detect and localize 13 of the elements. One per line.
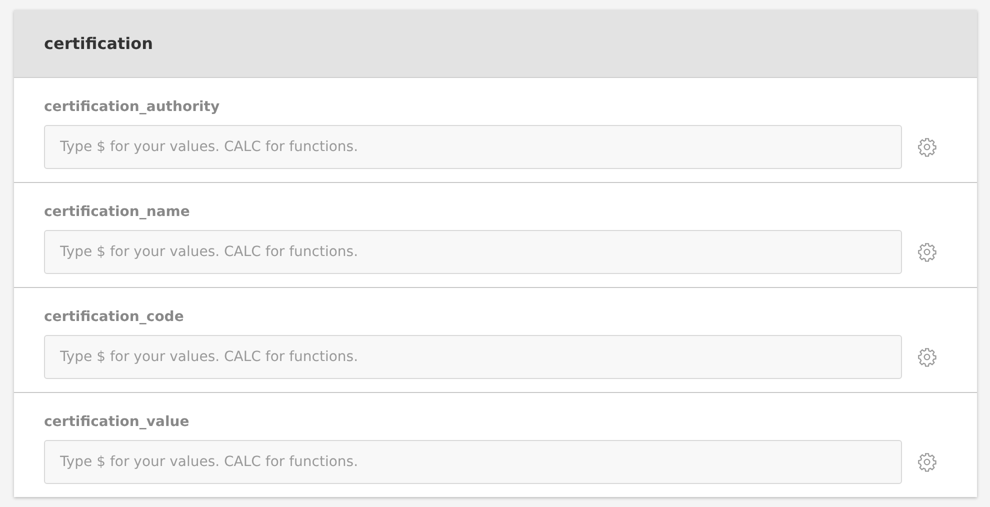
input-field[interactable]: Type $ for your values. CALC for functions. — [44, 335, 902, 379]
field-label: certification_code — [44, 308, 184, 327]
field-label: certification_value — [44, 413, 190, 432]
settings-icon[interactable] — [917, 347, 937, 367]
input-field[interactable]: Type $ for your values. CALC for functions. — [44, 230, 902, 274]
settings-icon[interactable] — [917, 452, 937, 472]
field-label: certification_authority — [44, 98, 220, 117]
input-field[interactable]: Type $ for your values. CALC for functions. — [44, 440, 902, 484]
settings-icon[interactable] — [917, 137, 937, 157]
settings-icon[interactable] — [917, 242, 937, 262]
panel-title: certification — [44, 32, 154, 54]
input-field[interactable]: Type $ for your values. CALC for functions. — [44, 125, 902, 169]
field-label: certification_name — [44, 203, 190, 222]
